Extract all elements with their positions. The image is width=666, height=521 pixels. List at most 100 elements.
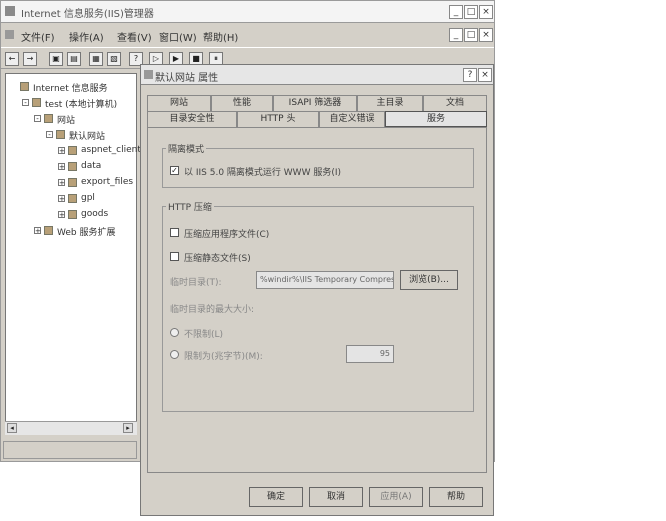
folder-icon — [32, 98, 41, 107]
tree-item[interactable]: + gpl — [6, 192, 136, 206]
tab-website[interactable]: 网站 — [147, 95, 211, 111]
apply-button[interactable]: 应用(A) — [369, 487, 423, 507]
cancel-button[interactable]: 取消 — [309, 487, 363, 507]
expand-icon[interactable]: + — [58, 211, 65, 219]
expand-icon[interactable]: + — [58, 195, 65, 203]
temp-directory-input[interactable]: %windir%\IIS Temporary Compres — [256, 271, 394, 289]
maximize-button[interactable]: □ — [464, 5, 478, 19]
menu-help[interactable]: 帮助(H) — [203, 29, 238, 44]
document-icon — [5, 30, 14, 39]
tree-pane[interactable]: Internet 信息服务 - test (本地计算机) - 网站 - 默认网站 + aspne… — [5, 73, 141, 435]
temp-directory-label: 临时目录(T): — [170, 278, 222, 288]
collapse-icon[interactable]: - — [34, 115, 41, 123]
collapse-icon[interactable]: - — [46, 131, 53, 139]
limit-size-input[interactable]: 95 — [346, 345, 394, 363]
close-button[interactable]: × — [479, 5, 493, 19]
horizontal-scrollbar[interactable]: ◂ ▸ — [5, 421, 137, 435]
tab-documents[interactable]: 文档 — [423, 95, 487, 111]
compress-app-files-label: 压缩应用程序文件(C) — [184, 230, 270, 240]
tree-item[interactable]: + aspnet_client — [6, 144, 141, 158]
menu-bar: 文件(F) 操作(A) 查看(V) 窗口(W) 帮助(H) _ □ × — [1, 25, 494, 45]
tree-item-label: gpl — [81, 193, 95, 203]
child-restore-button[interactable]: □ — [464, 28, 478, 42]
tree-item-label: data — [81, 161, 102, 171]
tree-item[interactable]: + Web 服务扩展 — [6, 224, 136, 238]
limit-to-radio[interactable] — [170, 350, 179, 359]
tab-performance[interactable]: 性能 — [211, 95, 273, 111]
up-icon[interactable]: ▣ — [49, 52, 63, 66]
tree-item[interactable]: + export_files — [6, 176, 136, 190]
show-tree-icon[interactable]: ▤ — [67, 52, 81, 66]
isolation-mode-label: 隔离模式 — [166, 142, 207, 155]
expand-icon[interactable]: + — [58, 163, 65, 171]
status-bar — [3, 441, 137, 459]
main-titlebar[interactable]: Internet 信息服务(IIS)管理器 _ □ × — [1, 1, 494, 23]
dialog-icon — [144, 70, 153, 79]
tab-panel-service: 隔离模式 ✓ 以 IIS 5.0 隔离模式运行 WWW 服务(I) HTTP 压… — [147, 127, 487, 473]
unlimited-label: 不限制(L) — [184, 330, 224, 340]
properties-icon[interactable]: ▦ — [89, 52, 103, 66]
max-size-label: 临时目录的最大大小: — [170, 305, 255, 315]
menu-action[interactable]: 操作(A) — [69, 29, 104, 44]
folder-icon — [44, 114, 53, 123]
tree-item-label: export_files — [81, 177, 134, 187]
scroll-left-icon[interactable]: ◂ — [7, 423, 17, 433]
folder-icon — [20, 82, 29, 91]
window-title: Internet 信息服务(IIS)管理器 — [21, 9, 154, 20]
expand-icon[interactable]: + — [34, 227, 41, 235]
dialog-help-button[interactable]: ? — [463, 68, 477, 82]
tree-item[interactable]: Internet 信息服务 — [6, 80, 136, 94]
tree-item-label: 网站 — [57, 116, 76, 126]
folder-icon — [56, 130, 65, 139]
folder-icon — [68, 178, 77, 187]
tree-item[interactable]: - 默认网站 — [6, 128, 136, 142]
forward-icon[interactable]: → — [23, 52, 37, 66]
expand-icon[interactable]: + — [58, 147, 65, 155]
iis5-isolation-label: 以 IIS 5.0 隔离模式运行 WWW 服务(I) — [184, 168, 342, 178]
collapse-icon[interactable]: - — [22, 99, 29, 107]
http-compression-label: HTTP 压缩 — [166, 200, 214, 213]
menu-window[interactable]: 窗口(W) — [159, 29, 197, 44]
folder-icon — [44, 226, 53, 235]
back-icon[interactable]: ← — [5, 52, 19, 66]
tab-home-directory[interactable]: 主目录 — [357, 95, 423, 111]
help-button[interactable]: 帮助 — [429, 487, 483, 507]
scroll-right-icon[interactable]: ▸ — [123, 423, 133, 433]
menu-view[interactable]: 查看(V) — [117, 29, 152, 44]
child-close-button[interactable]: × — [479, 28, 493, 42]
folder-icon — [68, 194, 77, 203]
expand-icon[interactable]: + — [58, 179, 65, 187]
tree-item[interactable]: - test (本地计算机) — [6, 96, 136, 110]
tab-isapi-filters[interactable]: ISAPI 筛选器 — [273, 95, 357, 111]
ok-button[interactable]: 确定 — [249, 487, 303, 507]
child-minimize-button[interactable]: _ — [449, 28, 463, 42]
tree-item[interactable]: + data — [6, 160, 136, 174]
dialog-titlebar[interactable]: 默认网站 属性 ? × — [141, 65, 493, 85]
menu-file[interactable]: 文件(F) — [21, 29, 55, 44]
limit-to-label: 限制为(兆字节)(M): — [184, 352, 263, 362]
app-icon — [5, 6, 15, 16]
unlimited-radio[interactable] — [170, 328, 179, 337]
tree-item-label: Internet 信息服务 — [33, 84, 108, 94]
browse-button[interactable]: 浏览(B)... — [400, 270, 458, 290]
refresh-icon[interactable]: ▧ — [107, 52, 121, 66]
iis5-isolation-checkbox[interactable]: ✓ — [170, 166, 179, 175]
dialog-title: 默认网站 属性 — [155, 73, 219, 84]
minimize-button[interactable]: _ — [449, 5, 463, 19]
tree-item-label: goods — [81, 209, 109, 219]
compress-static-files-checkbox[interactable] — [170, 252, 179, 261]
folder-icon — [68, 162, 77, 171]
folder-icon — [68, 210, 77, 219]
tab-directory-security[interactable]: 目录安全性 — [147, 111, 237, 127]
properties-dialog: 默认网站 属性 ? × 网站 性能 ISAPI 筛选器 主目录 文档 目录安全性… — [140, 64, 494, 516]
tree-item[interactable]: - 网站 — [6, 112, 136, 126]
folder-icon — [68, 146, 77, 155]
compress-app-files-checkbox[interactable] — [170, 228, 179, 237]
tab-custom-errors[interactable]: 自定义错误 — [319, 111, 385, 127]
tree-item[interactable]: + goods — [6, 208, 136, 222]
tree-item-label: test (本地计算机) — [45, 100, 118, 110]
dialog-close-button[interactable]: × — [478, 68, 492, 82]
tab-http-headers[interactable]: HTTP 头 — [237, 111, 319, 127]
tab-service[interactable]: 服务 — [385, 111, 487, 127]
tree-item-label: 默认网站 — [69, 132, 106, 142]
